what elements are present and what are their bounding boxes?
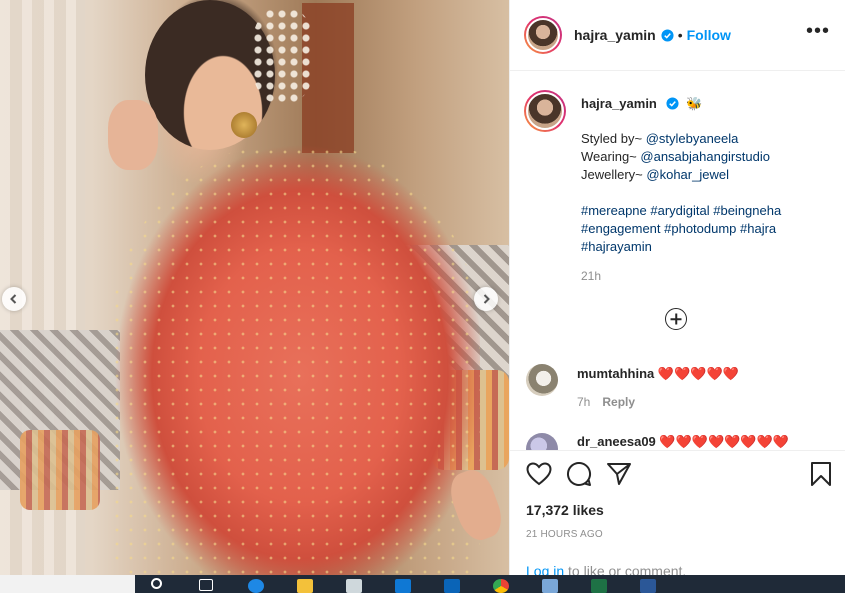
mail-icon[interactable] <box>395 579 411 593</box>
load-more-comments-button[interactable] <box>665 308 687 330</box>
caption-emoji: 🐝 <box>686 96 703 111</box>
photo-earring <box>231 112 257 138</box>
word-icon[interactable] <box>640 579 656 593</box>
comment-username[interactable]: dr_aneesa09 <box>577 434 656 449</box>
likes-count[interactable]: 17,372 likes <box>510 487 845 518</box>
photo-hand <box>108 100 158 170</box>
chevron-right-icon <box>483 294 490 304</box>
caption: hajra_yamin 🐝 Styled by~ @stylebyaneela … <box>524 90 834 285</box>
comment-icon[interactable] <box>566 461 592 487</box>
caption-line-jewellery: Jewellery~ @kohar_jewel <box>581 166 806 184</box>
photo-cushion-left <box>20 430 100 510</box>
caption-line-prefix: Wearing~ <box>581 149 641 164</box>
verified-badge-icon <box>665 97 679 110</box>
post-actions: 17,372 likes 21 HOURS AGO Log in to like… <box>510 450 845 579</box>
caption-line-prefix: Styled by~ <box>581 131 646 146</box>
caption-avatar[interactable] <box>524 90 566 132</box>
comment-avatar[interactable] <box>526 364 558 396</box>
task-view-icon[interactable] <box>199 579 213 591</box>
store-icon[interactable] <box>346 579 362 593</box>
caption-line-wearing: Wearing~ @ansabjahangirstudio <box>581 148 806 166</box>
outlook-icon[interactable] <box>444 579 460 593</box>
photo-dress <box>110 145 480 575</box>
comment-text: ❤️❤️❤️❤️❤️❤️❤️❤️ <box>659 434 789 449</box>
header-separator: • <box>677 27 683 43</box>
heart-icon[interactable] <box>526 462 552 486</box>
caption-line-styled: Styled by~ @stylebyaneela <box>581 130 806 148</box>
file-explorer-icon[interactable] <box>297 579 313 593</box>
prev-photo-button[interactable] <box>2 287 26 311</box>
mention-link[interactable]: @ansabjahangirstudio <box>640 149 770 164</box>
next-photo-button[interactable] <box>474 287 498 311</box>
post-header: hajra_yamin • Follow ••• <box>510 0 845 71</box>
comment-text: ❤️❤️❤️❤️❤️ <box>657 366 739 381</box>
mention-link[interactable]: @stylebyaneela <box>646 131 739 146</box>
post-photo <box>0 0 509 575</box>
comment-username[interactable]: mumtahhina <box>577 366 654 381</box>
verified-badge-icon <box>661 28 674 42</box>
caption-username[interactable]: hajra_yamin <box>581 96 657 111</box>
search-icon[interactable] <box>151 578 162 589</box>
header-username[interactable]: hajra_yamin <box>574 27 656 43</box>
follow-button[interactable]: Follow <box>687 27 731 43</box>
post-timestamp: 21 HOURS AGO <box>526 529 603 540</box>
excel-icon[interactable] <box>591 579 607 593</box>
bookmark-icon[interactable] <box>810 461 832 487</box>
chevron-left-icon <box>10 294 17 304</box>
taskbar-search-box[interactable] <box>0 575 135 593</box>
photo-hair-flowers <box>252 8 314 103</box>
reply-button[interactable]: Reply <box>602 395 635 409</box>
share-icon[interactable] <box>606 462 632 486</box>
caption-time: 21h <box>581 269 602 283</box>
comment-time: 7h <box>577 395 591 409</box>
app-icon[interactable] <box>542 579 558 593</box>
mention-link[interactable]: @kohar_jewel <box>646 167 729 182</box>
comment-item: mumtahhina ❤️❤️❤️❤️❤️ 7h Reply <box>526 364 739 411</box>
caption-hashtags[interactable]: #mereapne #arydigital #beingneha #engage… <box>581 202 806 256</box>
more-options-icon[interactable]: ••• <box>806 21 830 41</box>
chrome-icon[interactable] <box>493 579 509 593</box>
post-side-panel: hajra_yamin • Follow ••• hajra_yamin 🐝 S… <box>509 0 845 579</box>
windows-taskbar <box>0 575 845 593</box>
header-avatar[interactable] <box>524 16 562 54</box>
caption-line-prefix: Jewellery~ <box>581 167 647 182</box>
edge-icon[interactable] <box>248 579 264 593</box>
